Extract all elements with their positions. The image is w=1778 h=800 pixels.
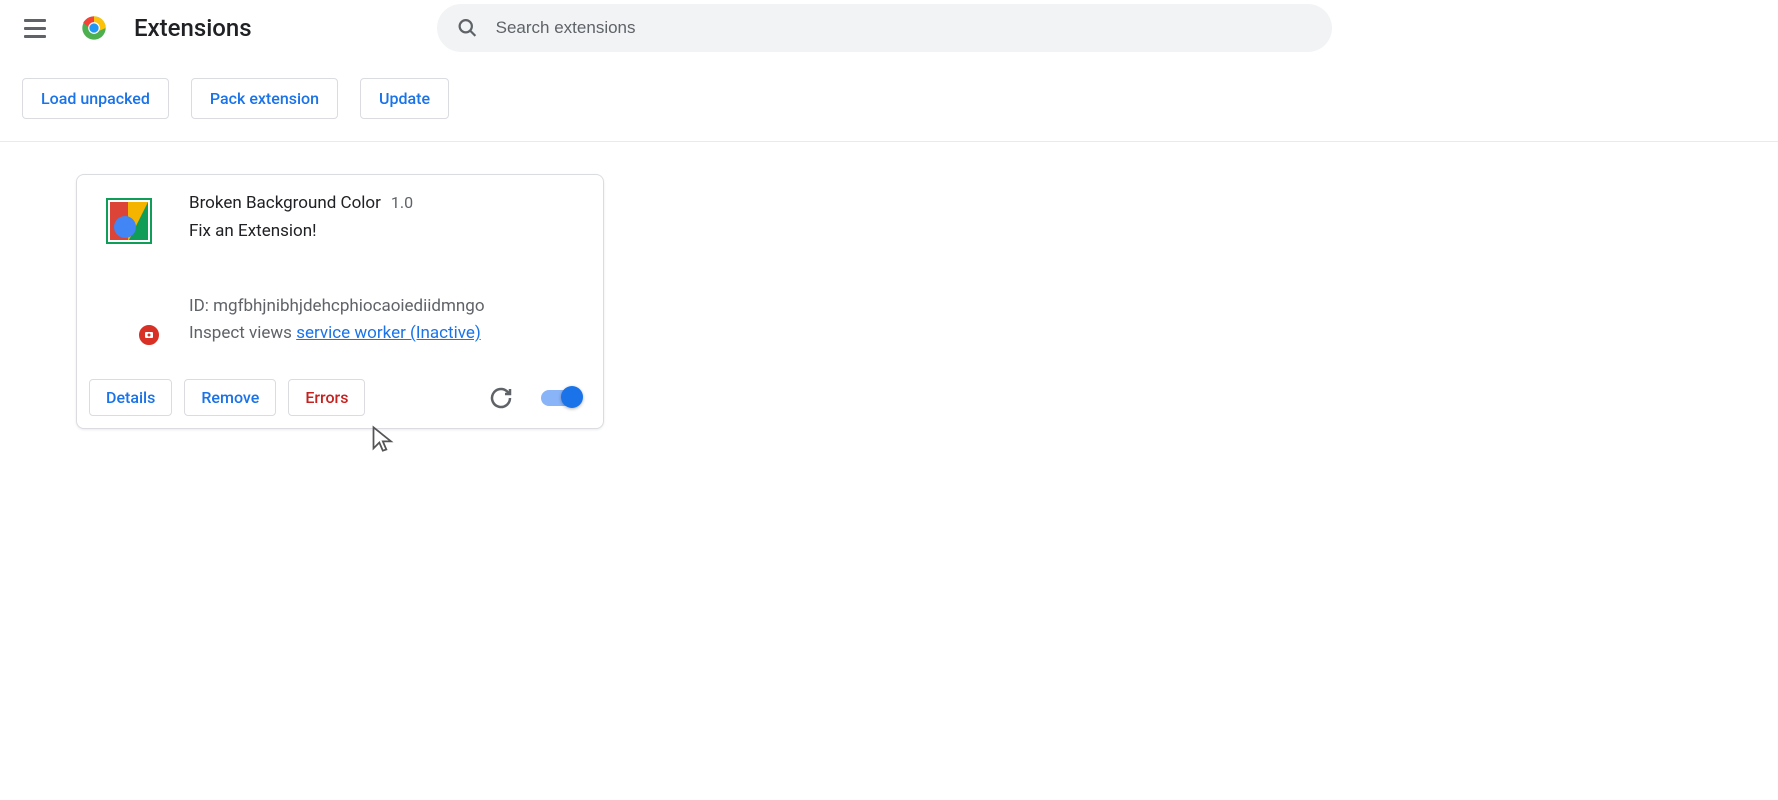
service-worker-link[interactable]: service worker (Inactive) [296, 323, 481, 343]
toggle-knob [561, 386, 583, 408]
extension-title-row: Broken Background Color 1.0 [189, 193, 579, 213]
pack-extension-button[interactable]: Pack extension [191, 78, 338, 119]
page-title: Extensions [134, 14, 252, 42]
extension-icon-wrapper [101, 193, 165, 347]
app-header: Extensions [0, 0, 1778, 56]
chrome-logo-icon [80, 14, 108, 42]
search-box[interactable] [437, 4, 1332, 52]
extension-version: 1.0 [391, 193, 413, 212]
menu-icon[interactable] [24, 16, 48, 40]
unpacked-badge-icon [137, 323, 161, 347]
extensions-grid: Broken Background Color 1.0 Fix an Exten… [0, 142, 1778, 429]
enable-toggle[interactable] [541, 390, 581, 406]
remove-button[interactable]: Remove [184, 379, 276, 416]
extension-icon [105, 197, 153, 245]
extension-card: Broken Background Color 1.0 Fix an Exten… [76, 174, 604, 429]
extension-name: Broken Background Color [189, 193, 381, 213]
developer-toolbar: Load unpacked Pack extension Update [0, 56, 1778, 142]
errors-button[interactable]: Errors [288, 379, 365, 416]
update-button[interactable]: Update [360, 78, 449, 119]
search-input[interactable] [496, 18, 1312, 38]
extension-description: Fix an Extension! [189, 221, 579, 241]
extension-metadata: ID: mgfbhjnibhjdehcphiocaoiediidmngo Ins… [189, 293, 579, 347]
card-body: Broken Background Color 1.0 Fix an Exten… [77, 175, 603, 347]
extension-id-value: mgfbhjnibhjdehcphiocaoiediidmngo [213, 296, 484, 316]
load-unpacked-button[interactable]: Load unpacked [22, 78, 169, 119]
reload-icon[interactable] [489, 386, 513, 410]
extension-info: Broken Background Color 1.0 Fix an Exten… [189, 193, 579, 347]
inspect-views-label: Inspect views [189, 323, 292, 343]
extension-id-label: ID: [189, 296, 209, 316]
card-footer: Details Remove Errors [77, 367, 603, 428]
search-icon [457, 17, 478, 39]
details-button[interactable]: Details [89, 379, 172, 416]
